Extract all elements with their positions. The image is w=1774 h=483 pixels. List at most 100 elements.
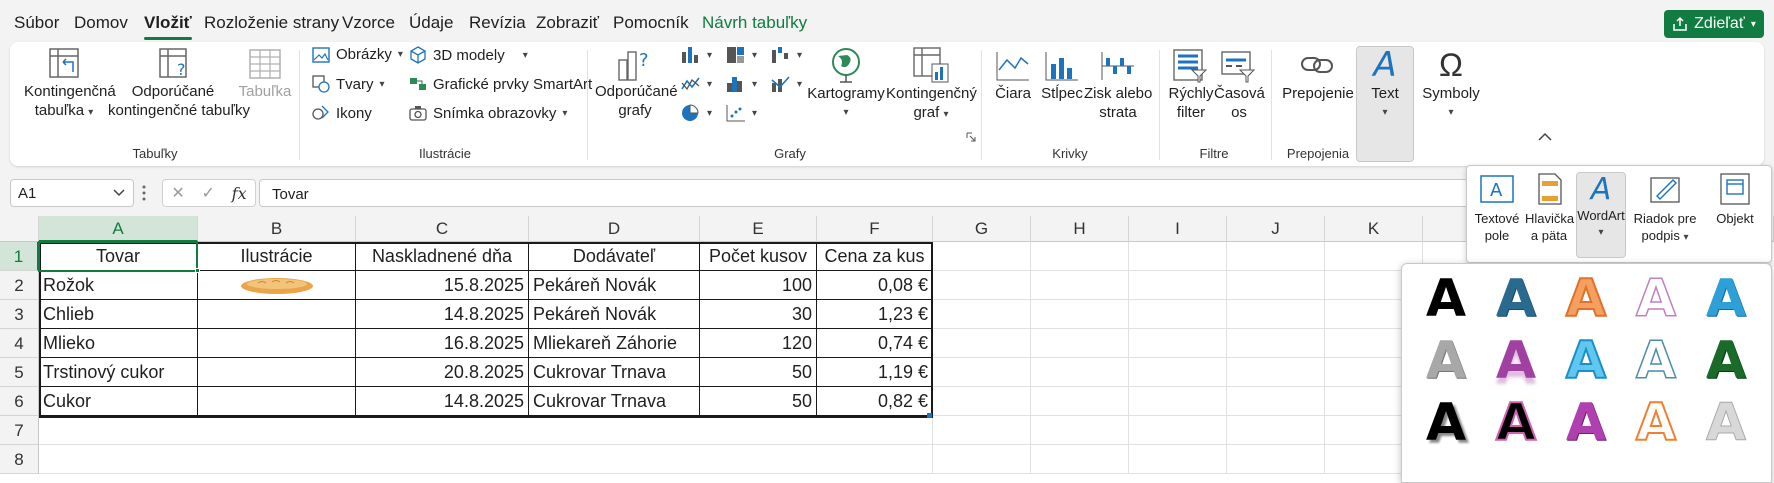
insert-function-icon[interactable]: fx [232, 184, 247, 203]
wordart-style-14[interactable]: A [1628, 392, 1684, 454]
menu-page-layout[interactable]: Rozloženie strany [204, 13, 339, 33]
table-cell[interactable]: Cukor [39, 387, 198, 416]
menu-formulas[interactable]: Vzorce [342, 13, 395, 33]
table-cell[interactable]: Pekáreň Novák [529, 300, 700, 329]
table-cell[interactable]: Chlieb [39, 300, 198, 329]
column-header[interactable]: K [1325, 216, 1423, 242]
pictures-button[interactable]: Obrázky ▾ [312, 46, 403, 63]
screenshot-button[interactable]: Snímka obrazovky ▾ [409, 104, 567, 122]
menu-file[interactable]: Súbor [14, 13, 59, 33]
row-header[interactable]: 3 [0, 300, 39, 329]
fill-handle[interactable] [195, 268, 200, 273]
table-cell[interactable]: 50 [700, 358, 817, 387]
column-header[interactable]: F [817, 216, 933, 242]
dialog-launcher-icon[interactable] [966, 132, 976, 142]
table-button[interactable]: Tabuľka [236, 82, 294, 101]
column-header[interactable]: B [198, 216, 356, 242]
cancel-icon[interactable]: ✕ [171, 183, 184, 203]
table-header-cell[interactable]: Tovar [39, 242, 198, 271]
confirm-icon[interactable]: ✓ [202, 183, 215, 203]
wordart-style-8[interactable]: A [1558, 330, 1614, 392]
table-cell[interactable]: Mliekareň Záhorie [529, 329, 700, 358]
hierarchy-chart-button[interactable]: ▾ [726, 46, 757, 64]
pie-chart-button[interactable]: ▾ [681, 104, 712, 122]
share-button[interactable]: Zdieľať ▾ [1664, 10, 1764, 38]
row-header[interactable]: 2 [0, 271, 39, 300]
table-cell[interactable]: 14.8.2025 [356, 300, 529, 329]
row-header[interactable]: 8 [0, 445, 39, 474]
row-header[interactable]: 6 [0, 387, 39, 416]
slicer-button[interactable]: Rýchly filter [1164, 84, 1218, 122]
table-cell[interactable]: 50 [700, 387, 817, 416]
object-button[interactable]: Objekt [1707, 172, 1763, 227]
sparkline-line-button[interactable]: Čiara [990, 84, 1036, 103]
table-cell[interactable]: Rožok [39, 271, 198, 300]
table-cell[interactable]: 0,74 € [817, 329, 933, 358]
wordart-style-12[interactable]: A [1488, 392, 1544, 454]
wordart-style-13[interactable]: A [1558, 392, 1614, 454]
column-header[interactable]: H [1031, 216, 1129, 242]
smartart-button[interactable]: Grafické prvky SmartArt [409, 75, 592, 93]
column-header[interactable]: I [1129, 216, 1227, 242]
statistic-chart-button[interactable]: ▾ [726, 75, 757, 93]
textbox-button[interactable]: A Textové pole [1473, 172, 1521, 244]
table-header-cell[interactable]: Naskladnené dňa [356, 242, 529, 271]
scatter-chart-button[interactable]: ▾ [726, 104, 757, 122]
table-cell[interactable] [198, 329, 356, 358]
empty-cells-g[interactable] [933, 242, 1031, 474]
wordart-style-6[interactable]: A [1418, 330, 1474, 392]
column-header[interactable]: E [700, 216, 817, 242]
bread-roll-image[interactable] [240, 276, 314, 296]
menu-view[interactable]: Zobraziť [536, 13, 599, 33]
table-cell[interactable] [198, 271, 356, 300]
maps-button[interactable]: Kartogramy ▾ [806, 84, 886, 122]
table-cell[interactable]: 1,23 € [817, 300, 933, 329]
wordart-style-7[interactable]: A [1488, 330, 1544, 392]
row-header[interactable]: 7 [0, 416, 39, 445]
waterfall-chart-button[interactable]: ▾ [771, 46, 802, 64]
menu-insert[interactable]: Vložiť [144, 13, 192, 40]
3d-models-button[interactable]: 3D modely ▾ [409, 46, 528, 64]
table-cell[interactable] [198, 387, 356, 416]
column-header[interactable]: J [1227, 216, 1325, 242]
symbols-button[interactable]: Symboly ▾ [1420, 84, 1482, 122]
row-header[interactable]: 5 [0, 358, 39, 387]
pivot-chart-button[interactable]: Kontingenčný graf ▾ [886, 84, 977, 124]
menu-data[interactable]: Údaje [409, 13, 453, 33]
table-cell[interactable]: 20.8.2025 [356, 358, 529, 387]
empty-cells-h[interactable] [1031, 242, 1129, 474]
table-cell[interactable]: 120 [700, 329, 817, 358]
table-resize-handle[interactable] [927, 413, 932, 418]
table-cell[interactable]: 16.8.2025 [356, 329, 529, 358]
table-cell[interactable]: Trstinový cukor [39, 358, 198, 387]
row-header[interactable]: 1 [0, 242, 39, 271]
timeline-button[interactable]: Časová os [1214, 84, 1265, 122]
wordart-style-5[interactable]: A [1698, 268, 1754, 330]
more-options-icon[interactable] [141, 184, 147, 202]
table-cell[interactable]: 14.8.2025 [356, 387, 529, 416]
table-cell[interactable]: Cukrovar Trnava [529, 387, 700, 416]
table-cell[interactable]: 1,19 € [817, 358, 933, 387]
collapse-ribbon-icon[interactable] [1538, 132, 1552, 142]
wordart-style-9[interactable]: A [1628, 330, 1684, 392]
column-header[interactable]: C [356, 216, 529, 242]
wordart-style-10[interactable]: A [1698, 330, 1754, 392]
pivot-table-button[interactable]: Kontingenčná tabuľka ▾ [24, 82, 116, 122]
wordart-button[interactable]: A WordArt ▾ [1576, 172, 1626, 258]
wordart-style-11[interactable]: A [1418, 392, 1474, 454]
column-header[interactable]: A [39, 216, 198, 242]
select-all-corner[interactable] [0, 216, 39, 242]
signature-line-button[interactable]: Riadok pre podpis ▾ [1629, 172, 1701, 246]
table-header-cell[interactable]: Ilustrácie [198, 242, 356, 271]
table-cell[interactable] [198, 358, 356, 387]
sparkline-column-button[interactable]: Stĺpec [1038, 84, 1086, 103]
table-cell[interactable]: Pekáreň Novák [529, 271, 700, 300]
wordart-style-4[interactable]: A [1628, 268, 1684, 330]
recommended-pivot-button[interactable]: Odporúčané kontingenčné tabuľky [108, 82, 250, 120]
wordart-style-3[interactable]: A [1558, 268, 1614, 330]
row-header[interactable]: 4 [0, 329, 39, 358]
line-chart-button[interactable]: ▾ [681, 75, 712, 93]
table-cell[interactable] [198, 300, 356, 329]
menu-help[interactable]: Pomocník [613, 13, 689, 33]
table-cell[interactable]: 100 [700, 271, 817, 300]
